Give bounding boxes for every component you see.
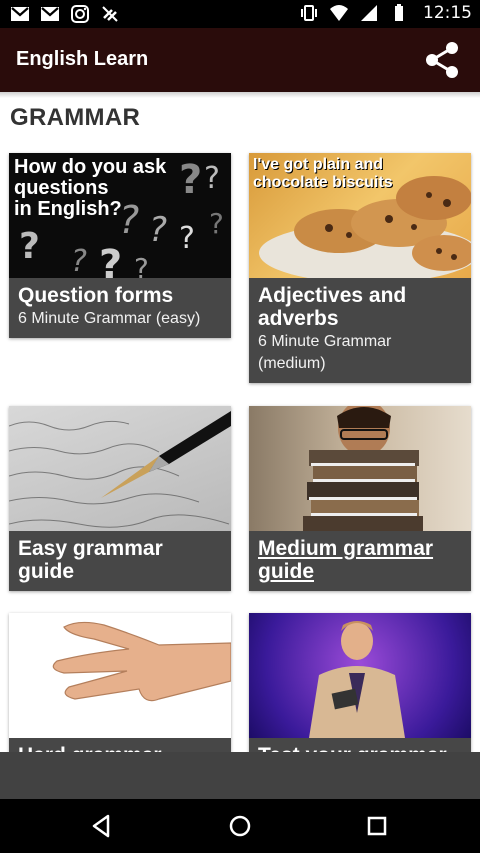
hand-three-fingers-image (52, 621, 231, 702)
navigation-bar (0, 799, 480, 853)
image-caption-line: I've got plain and (253, 156, 384, 173)
card-adjectives-adverbs[interactable]: I've got plain and chocolate biscuits Ad… (249, 153, 471, 383)
svg-text:?: ? (19, 226, 40, 267)
card-title: Hard grammar guide (18, 744, 222, 752)
card-caption: Hard grammar guide (9, 738, 231, 752)
svg-text:?: ? (134, 252, 149, 278)
image-caption-line: How do you ask (14, 156, 167, 178)
card-title: Medium grammar guide (258, 537, 434, 583)
svg-text:?: ? (179, 157, 202, 203)
card-caption: Question forms 6 Minute Grammar (easy) (9, 278, 231, 338)
home-icon[interactable] (224, 810, 256, 842)
image-caption-line: chocolate biscuits (253, 174, 393, 191)
fountain-pen-image (9, 411, 231, 528)
signal-icon (361, 5, 377, 21)
svg-text:?: ? (71, 244, 87, 278)
card-caption: Test your grammar (249, 738, 471, 752)
battery-icon (395, 4, 403, 21)
card-title: Question forms (18, 284, 174, 307)
svg-text:?: ? (209, 207, 224, 240)
gmail-icon (41, 7, 59, 21)
svg-text:?: ? (179, 221, 195, 256)
svg-text:?: ? (204, 161, 220, 196)
card-image: ? ? ? ? ? ? ? ? ? ? How do you ask quest… (9, 153, 231, 278)
image-caption-line: questions (14, 177, 109, 199)
grammar-grid: ? ? ? ? ? ? ? ? ? ? How do you ask quest… (0, 150, 480, 752)
card-easy-grammar-guide[interactable]: Easy grammar guide (9, 406, 231, 591)
vibrate-icon (301, 5, 317, 21)
card-title: Easy grammar guide (18, 537, 163, 583)
app-title: English Learn (16, 48, 149, 70)
card-image (249, 613, 471, 738)
section-title: GRAMMAR (10, 104, 141, 131)
card-image (9, 613, 231, 738)
image-caption-line: in English? (14, 198, 122, 220)
clock: 12:15 (423, 3, 472, 23)
card-hard-grammar-guide[interactable]: Hard grammar guide (9, 613, 231, 752)
app-bar: English Learn (0, 28, 480, 92)
card-caption: Medium grammar guide (249, 531, 471, 591)
svg-text:?: ? (99, 242, 122, 278)
card-image (249, 406, 471, 531)
card-test-your-grammar[interactable]: Test your grammar (249, 613, 471, 752)
status-bar: 12:15 (0, 0, 480, 28)
card-title: Adjectives and adverbs (258, 284, 407, 330)
presenter-image (309, 621, 405, 738)
card-subtitle: 6 Minute Grammar (medium) (258, 333, 392, 372)
gmail-icon (11, 7, 29, 21)
card-medium-grammar-guide[interactable]: Medium grammar guide (249, 406, 471, 591)
card-caption: Easy grammar guide (9, 531, 231, 591)
books-image (303, 406, 423, 531)
no-sync-icon (102, 6, 118, 22)
wifi-icon (330, 5, 348, 21)
instagram-icon (71, 5, 89, 23)
recents-icon[interactable] (361, 810, 393, 842)
card-caption: Adjectives and adverbs 6 Minute Grammar … (249, 278, 471, 383)
bottom-panel (0, 752, 480, 799)
back-icon[interactable] (86, 810, 118, 842)
card-title: Test your grammar (258, 744, 462, 752)
app-bar-shadow (0, 92, 480, 98)
card-question-forms[interactable]: ? ? ? ? ? ? ? ? ? ? How do you ask quest… (9, 153, 231, 338)
share-icon[interactable] (422, 40, 462, 80)
card-subtitle: 6 Minute Grammar (easy) (18, 310, 201, 327)
card-image: I've got plain and chocolate biscuits (249, 153, 471, 278)
card-image (9, 406, 231, 531)
